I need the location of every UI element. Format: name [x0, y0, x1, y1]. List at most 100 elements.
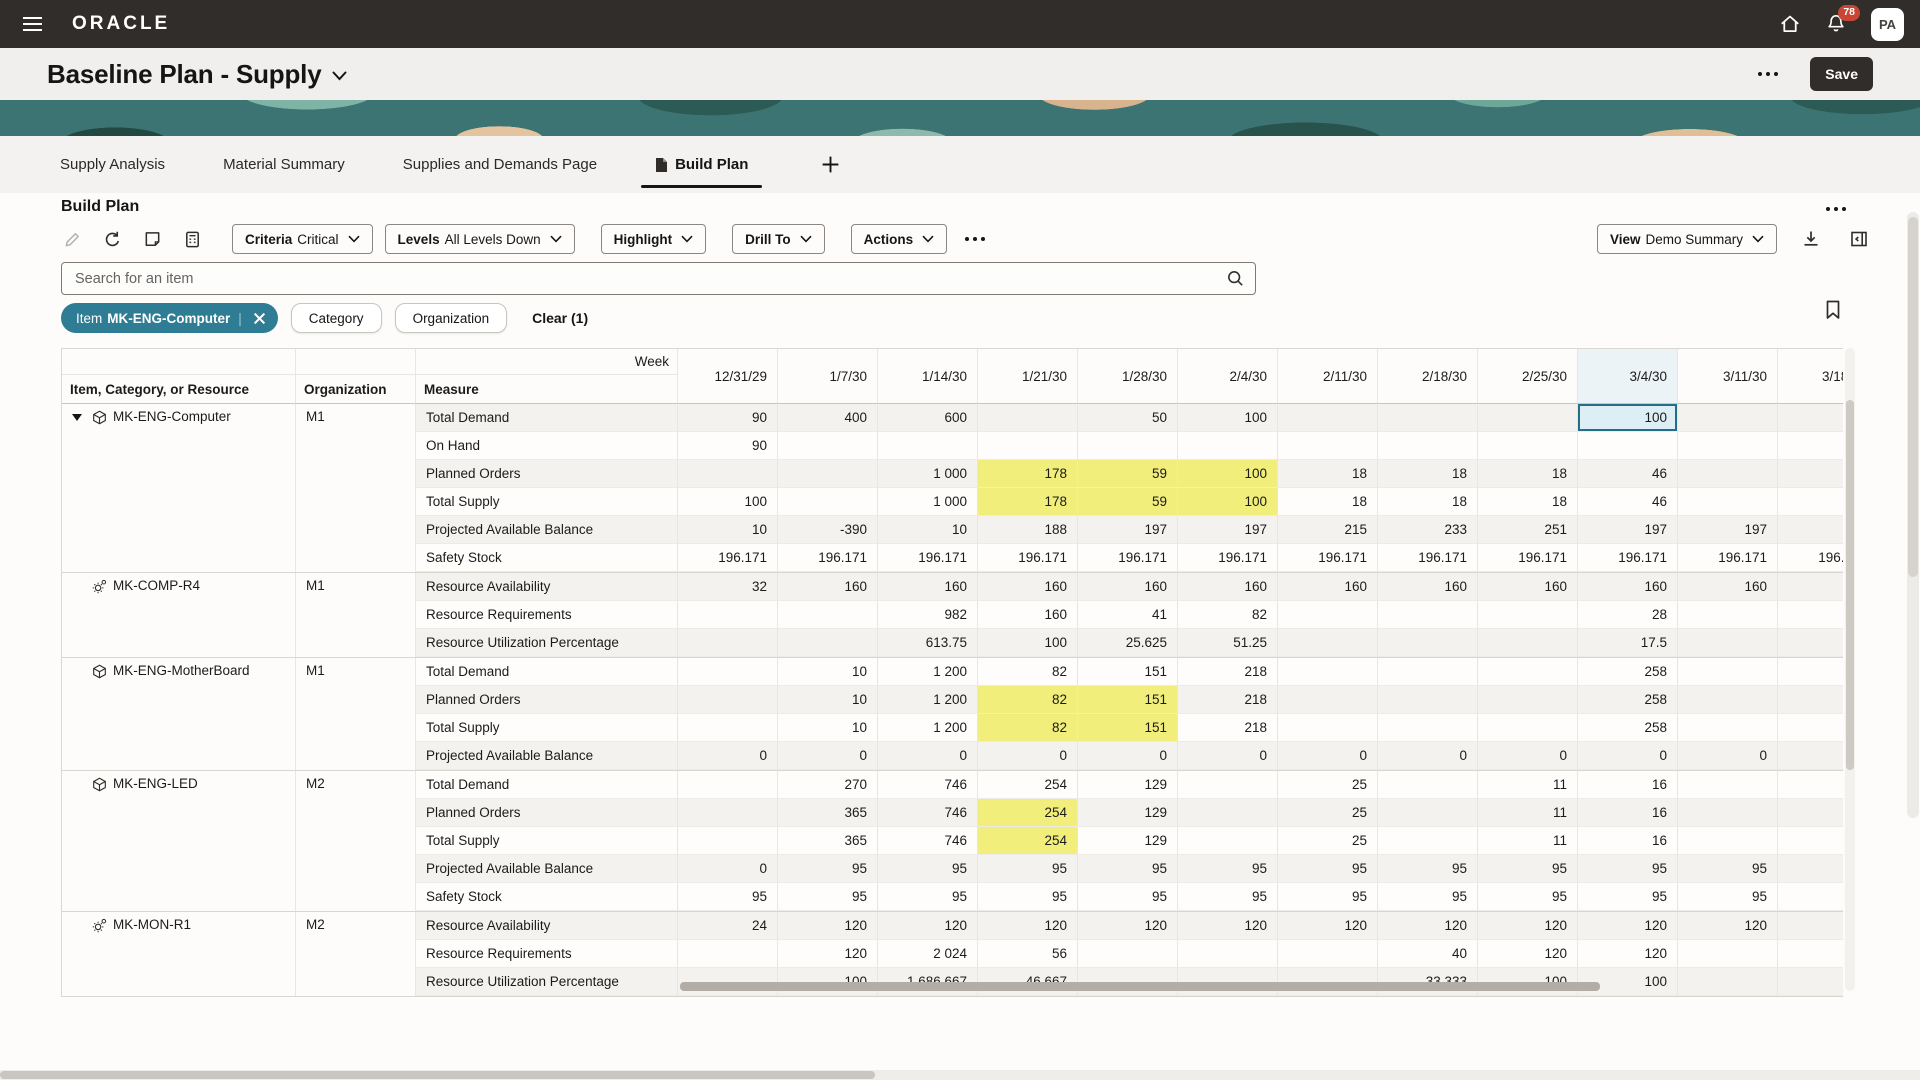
view-dropdown[interactable]: ViewDemo Summary: [1597, 224, 1777, 254]
value-cell[interactable]: 196.171: [1078, 544, 1178, 572]
drill-to-dropdown[interactable]: Drill To: [732, 224, 825, 254]
value-cell[interactable]: 0: [778, 742, 878, 770]
value-cell[interactable]: 95: [778, 883, 878, 911]
value-cell[interactable]: [1078, 432, 1178, 460]
value-cell[interactable]: 120: [1478, 940, 1578, 968]
value-cell[interactable]: [1778, 460, 1843, 488]
value-cell[interactable]: 178: [978, 460, 1078, 488]
header-overflow-menu-icon[interactable]: [1752, 66, 1784, 82]
criteria-dropdown[interactable]: CriteriaCritical: [232, 224, 373, 254]
value-cell[interactable]: 120: [1478, 912, 1578, 940]
value-cell[interactable]: [1778, 883, 1843, 911]
value-cell[interactable]: 10: [878, 516, 978, 544]
value-cell[interactable]: [678, 714, 778, 742]
value-cell[interactable]: 1 000: [878, 488, 978, 516]
value-cell[interactable]: 50: [1078, 404, 1178, 432]
date-column-header[interactable]: 3/11/30: [1678, 349, 1778, 404]
value-cell[interactable]: [1378, 771, 1478, 799]
value-cell[interactable]: [1778, 601, 1843, 629]
value-cell[interactable]: [1478, 714, 1578, 742]
value-cell[interactable]: 120: [878, 912, 978, 940]
value-cell[interactable]: [678, 799, 778, 827]
value-cell[interactable]: 82: [978, 686, 1078, 714]
value-cell[interactable]: [1778, 799, 1843, 827]
value-cell[interactable]: 151: [1078, 714, 1178, 742]
value-cell[interactable]: [1678, 686, 1778, 714]
value-cell[interactable]: 11: [1478, 799, 1578, 827]
value-cell[interactable]: [978, 404, 1078, 432]
value-cell[interactable]: 196.171: [1278, 544, 1378, 572]
value-cell[interactable]: [678, 771, 778, 799]
value-cell[interactable]: [1478, 629, 1578, 657]
value-cell[interactable]: 56: [978, 940, 1078, 968]
value-cell[interactable]: 95: [1178, 883, 1278, 911]
download-icon[interactable]: [1797, 226, 1825, 252]
value-cell[interactable]: 270: [778, 771, 878, 799]
value-cell[interactable]: 46: [1578, 460, 1678, 488]
value-cell[interactable]: [1778, 629, 1843, 657]
value-cell[interactable]: [1278, 686, 1378, 714]
value-cell[interactable]: 160: [1478, 573, 1578, 601]
value-cell[interactable]: 196.171: [1478, 544, 1578, 572]
value-cell[interactable]: 197: [1078, 516, 1178, 544]
value-cell[interactable]: 178: [978, 488, 1078, 516]
value-cell[interactable]: 95: [978, 883, 1078, 911]
value-cell[interactable]: [1478, 658, 1578, 686]
value-cell[interactable]: 215: [1278, 516, 1378, 544]
value-cell[interactable]: 0: [1178, 742, 1278, 770]
value-cell[interactable]: 151: [1078, 658, 1178, 686]
value-cell[interactable]: 258: [1578, 658, 1678, 686]
value-cell[interactable]: [1178, 771, 1278, 799]
value-cell[interactable]: [1478, 404, 1578, 432]
value-cell[interactable]: [1378, 629, 1478, 657]
tab-supplies-and-demands[interactable]: Supplies and Demands Page: [403, 136, 597, 193]
add-tab-icon[interactable]: [816, 150, 845, 179]
note-icon[interactable]: [138, 226, 166, 252]
value-cell[interactable]: [1278, 404, 1378, 432]
date-column-header[interactable]: 1/28/30: [1078, 349, 1178, 404]
value-cell[interactable]: [778, 629, 878, 657]
date-column-header[interactable]: 1/21/30: [978, 349, 1078, 404]
date-column-header[interactable]: 12/31/29: [678, 349, 778, 404]
value-cell[interactable]: -390: [778, 516, 878, 544]
value-cell[interactable]: 82: [978, 714, 1078, 742]
value-cell[interactable]: 10: [778, 686, 878, 714]
value-cell[interactable]: [678, 940, 778, 968]
panel-overflow-menu-icon[interactable]: [1820, 201, 1852, 217]
value-cell[interactable]: 0: [1378, 742, 1478, 770]
highlight-dropdown[interactable]: Highlight: [601, 224, 706, 254]
date-column-header[interactable]: 3/18/30: [1778, 349, 1843, 404]
date-column-header[interactable]: 2/18/30: [1378, 349, 1478, 404]
value-cell[interactable]: 95: [1378, 855, 1478, 883]
item-cell[interactable]: MK-ENG-MotherBoard: [62, 658, 296, 770]
value-cell[interactable]: [1778, 488, 1843, 516]
value-cell[interactable]: 1 200: [878, 714, 978, 742]
value-cell[interactable]: [778, 460, 878, 488]
value-cell[interactable]: [1478, 432, 1578, 460]
value-cell[interactable]: 59: [1078, 488, 1178, 516]
value-cell[interactable]: 0: [678, 855, 778, 883]
value-cell[interactable]: 258: [1578, 686, 1678, 714]
item-filter-chip[interactable]: ItemMK-ENG-Computer |: [61, 303, 278, 333]
value-cell[interactable]: 613.75: [878, 629, 978, 657]
value-cell[interactable]: 17.5: [1578, 629, 1678, 657]
value-cell[interactable]: 254: [978, 799, 1078, 827]
value-cell[interactable]: [1778, 432, 1843, 460]
value-cell[interactable]: 95: [1378, 883, 1478, 911]
value-cell[interactable]: 196.171: [878, 544, 978, 572]
value-cell[interactable]: 18: [1278, 488, 1378, 516]
collapse-panel-icon[interactable]: [1845, 226, 1873, 252]
edit-icon[interactable]: [58, 226, 86, 252]
value-cell[interactable]: 196.171: [778, 544, 878, 572]
value-cell[interactable]: 196.171: [1378, 544, 1478, 572]
value-cell[interactable]: [1778, 516, 1843, 544]
value-cell[interactable]: 16: [1578, 799, 1678, 827]
category-filter-chip[interactable]: Category: [291, 303, 382, 333]
date-column-header[interactable]: 1/14/30: [878, 349, 978, 404]
value-cell[interactable]: [1178, 940, 1278, 968]
value-cell[interactable]: [1578, 432, 1678, 460]
value-cell[interactable]: [1278, 658, 1378, 686]
value-cell[interactable]: [1678, 714, 1778, 742]
value-cell[interactable]: 258: [1578, 714, 1678, 742]
value-cell[interactable]: 100: [678, 488, 778, 516]
